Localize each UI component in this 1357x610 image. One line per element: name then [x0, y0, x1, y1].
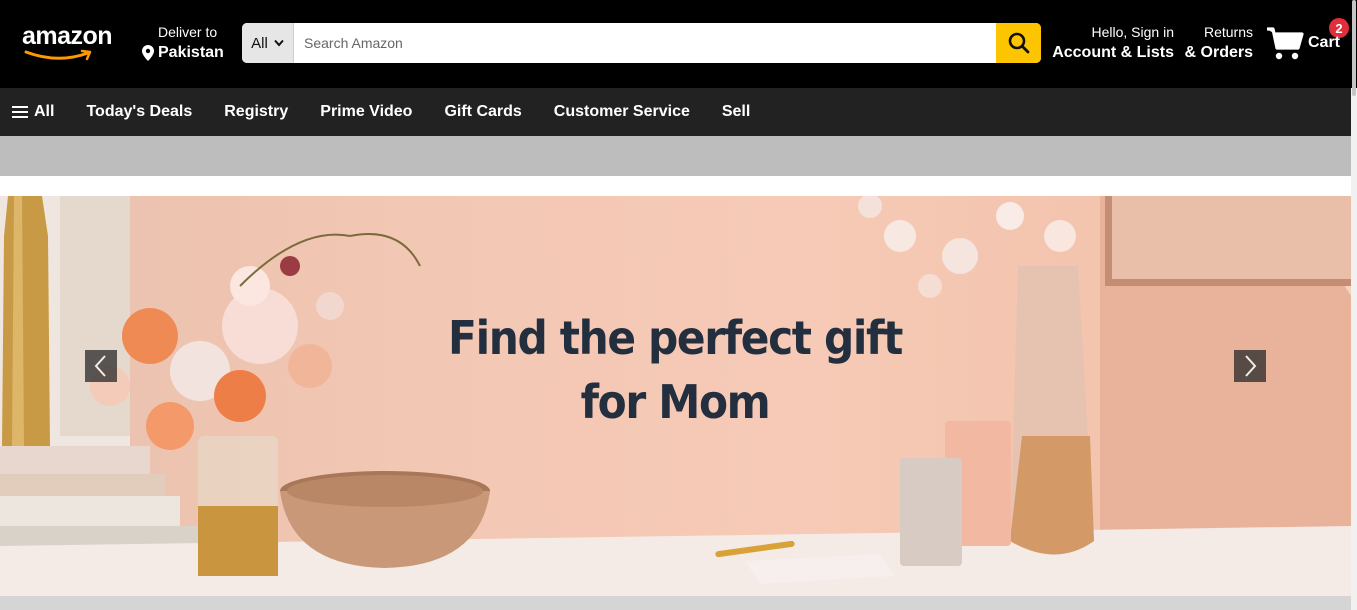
- amazon-logo[interactable]: amazon: [22, 22, 118, 62]
- carousel-next-button[interactable]: [1234, 350, 1266, 382]
- returns-and-orders[interactable]: Returns & Orders: [1183, 22, 1253, 64]
- account-lists-label: Account & Lists: [1052, 44, 1174, 61]
- carousel-prev-button[interactable]: [85, 350, 117, 382]
- hero-title-line-1: Find the perfect gift: [448, 311, 903, 365]
- content-bottom-band: [0, 596, 1351, 610]
- search-category-select[interactable]: All: [242, 23, 294, 63]
- location-pin-icon: [142, 45, 154, 61]
- deliver-to-location[interactable]: Deliver to Pakistan: [142, 22, 232, 64]
- chevron-down-icon: [274, 39, 284, 47]
- nav-bar: All Today's Deals Registry Prime Video G…: [0, 88, 1357, 136]
- hero-title-line-2: for Mom: [580, 375, 771, 429]
- chevron-right-icon: [1245, 355, 1257, 377]
- nav-customer-service[interactable]: Customer Service: [554, 103, 690, 121]
- nav-registry[interactable]: Registry: [224, 103, 288, 121]
- nav-todays-deals[interactable]: Today's Deals: [86, 103, 192, 121]
- cart-button[interactable]: 2 Cart: [1266, 18, 1349, 68]
- search-icon: [1008, 32, 1029, 54]
- account-and-lists[interactable]: Hello, Sign in Account & Lists: [1049, 22, 1174, 64]
- scrollbar-thumb[interactable]: [1352, 0, 1356, 96]
- chevron-left-icon: [94, 355, 106, 377]
- search-input[interactable]: [294, 23, 996, 63]
- cart-label: Cart: [1308, 34, 1341, 51]
- nav-gift-cards[interactable]: Gift Cards: [444, 103, 521, 121]
- orders-label: & Orders: [1184, 44, 1253, 61]
- search-bar: All: [242, 23, 1041, 63]
- returns-label: Returns: [1203, 24, 1253, 40]
- search-category-value: All: [251, 34, 268, 52]
- nav-all-label: All: [34, 103, 55, 120]
- logo-wordmark: amazon: [22, 22, 113, 50]
- logo-smile-icon: [24, 49, 92, 61]
- nav-prime-video[interactable]: Prime Video: [320, 103, 412, 121]
- deliver-country: Pakistan: [158, 44, 224, 61]
- nav-sell[interactable]: Sell: [722, 103, 750, 121]
- search-button[interactable]: [996, 23, 1041, 63]
- hamburger-menu-icon: [12, 106, 28, 118]
- page-scrollbar[interactable]: [1351, 88, 1357, 610]
- top-header: amazon Deliver to Pakistan All Search Am…: [0, 0, 1357, 88]
- cart-icon: [1267, 27, 1304, 60]
- hero-carousel[interactable]: Find the perfect gift for Mom: [0, 196, 1351, 596]
- deliver-to-label: Deliver to: [158, 24, 218, 40]
- sign-in-greeting: Hello, Sign in: [1091, 24, 1175, 40]
- hero-title: Find the perfect gift for Mom: [422, 306, 928, 434]
- content-white-band: [0, 176, 1351, 196]
- nav-all-menu[interactable]: All: [12, 103, 54, 121]
- content-top-band: [0, 136, 1351, 176]
